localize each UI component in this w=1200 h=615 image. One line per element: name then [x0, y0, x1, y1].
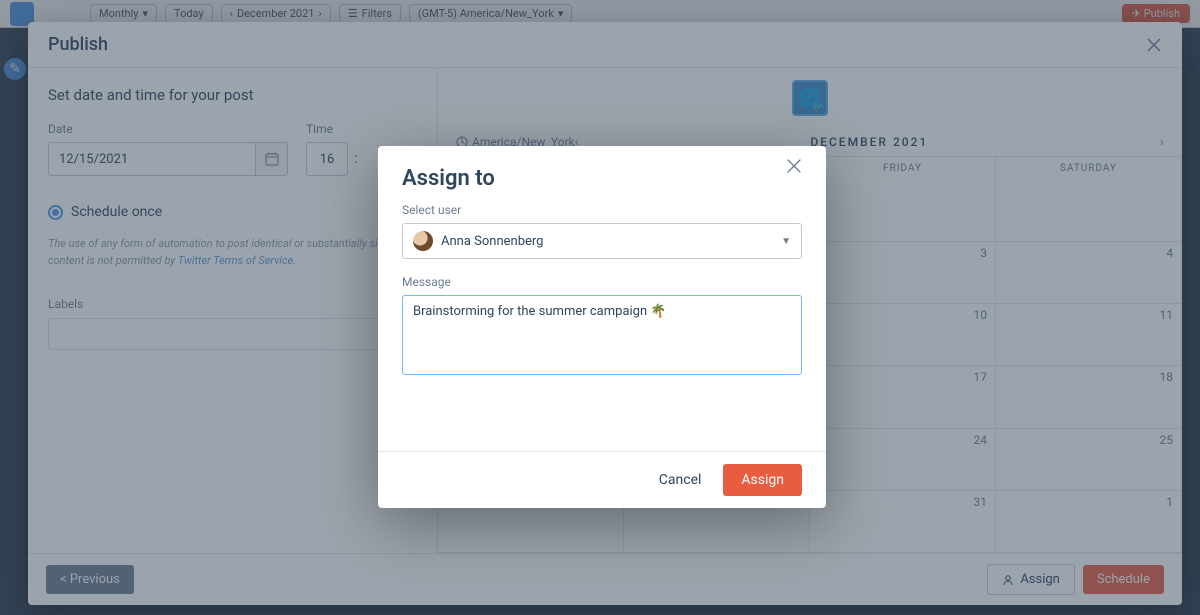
close-icon[interactable]: [786, 158, 802, 174]
assign-modal: Assign to Select user Anna Sonnenberg ▼ …: [378, 146, 826, 508]
assign-button[interactable]: Assign: [723, 464, 802, 496]
message-input[interactable]: [402, 295, 802, 375]
message-label: Message: [402, 275, 802, 289]
user-select[interactable]: Anna Sonnenberg ▼: [402, 223, 802, 259]
chevron-down-icon: ▼: [781, 236, 791, 247]
avatar: [413, 231, 433, 251]
select-user-label: Select user: [402, 203, 802, 217]
selected-user-name: Anna Sonnenberg: [441, 234, 773, 249]
cancel-button[interactable]: Cancel: [647, 464, 714, 496]
assign-title: Assign to: [402, 166, 495, 191]
